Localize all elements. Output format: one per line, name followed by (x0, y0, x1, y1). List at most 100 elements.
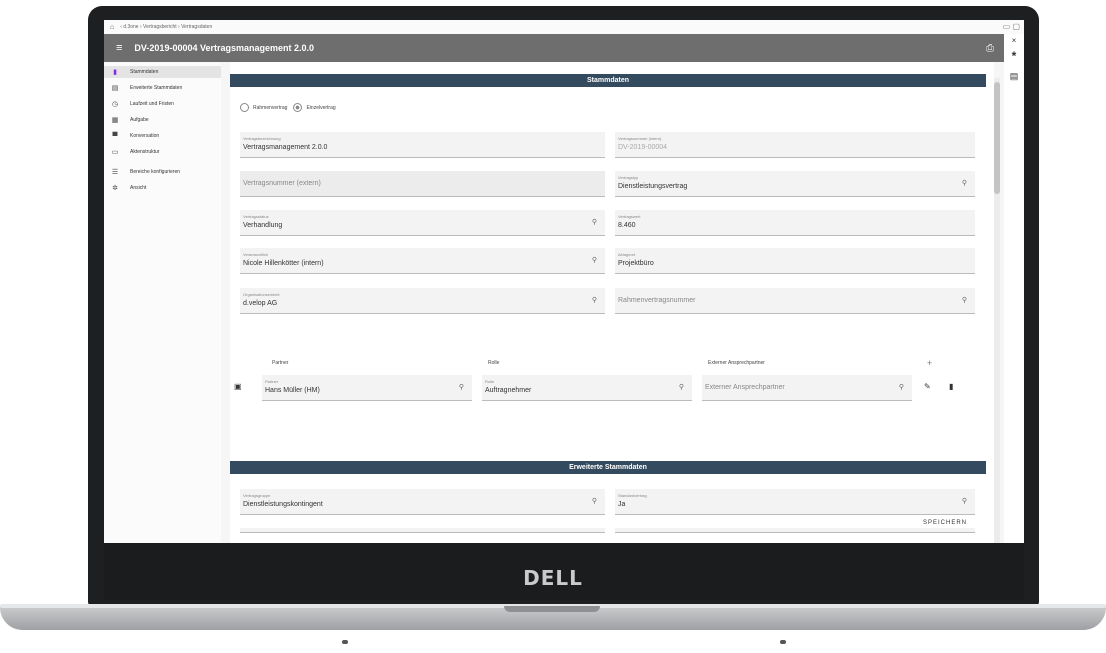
scrollbar[interactable] (994, 78, 1000, 543)
rahmenvertragsnummer-field[interactable]: Rahmenvertragsnummer ⚲ (615, 288, 975, 314)
sidebar-item-aktenstruktur[interactable]: ▭ Aktenstruktur (104, 146, 221, 158)
close-icon[interactable]: × (1004, 36, 1024, 45)
edit-icon[interactable]: ✎ (924, 382, 931, 391)
search-icon[interactable]: ⚲ (899, 383, 904, 391)
vertragsnummer-extern-field[interactable]: Vertragsnummer (extern) (240, 171, 605, 197)
field-value: Auftragnehmer (485, 387, 532, 394)
print-icon[interactable]: ⎙ (986, 43, 994, 54)
star-icon[interactable]: * (1004, 49, 1024, 63)
calendar-icon: ▦ (111, 117, 119, 124)
laptop-foot (780, 640, 786, 644)
contract-type-radio-group: Rahmenvertrag Einzelvertrag (240, 103, 336, 112)
search-icon[interactable]: ⚲ (592, 256, 597, 264)
sidebar-item-label: Bereiche konfigurieren (130, 169, 181, 175)
field-label: Vertragsnummer (intern) (618, 136, 662, 141)
field-value: Projektbüro (618, 260, 654, 267)
search-icon[interactable]: ⚲ (962, 296, 967, 304)
delete-icon[interactable]: ▮ (949, 382, 953, 391)
verantwortlich-field[interactable]: Verantwortlich Nicole Hillenkötter (inte… (240, 248, 605, 274)
radio-einzelvertrag[interactable] (293, 103, 303, 112)
sidebar-item-label: Aufgabe (130, 117, 149, 123)
laptop-foot (342, 640, 348, 644)
search-icon[interactable]: ⚲ (592, 497, 597, 505)
next-field[interactable] (240, 528, 605, 533)
next-field[interactable] (615, 528, 975, 533)
vertragsnummer-intern-field: Vertragsnummer (intern) DV-2019-00004 (615, 132, 975, 158)
right-toolbar: × * ▤ (1004, 34, 1024, 543)
radio-label: Rahmenvertrag (253, 104, 288, 111)
list-icon: ☰ (111, 169, 119, 176)
sidebar-item-laufzeit[interactable]: ◷ Laufzeit und Fristen (104, 98, 221, 110)
field-label: Vertragswert (618, 214, 641, 219)
field-label: Vertragsbezeichnung (243, 136, 281, 141)
sidebar-item-bereiche[interactable]: ☰ Bereiche konfigurieren (104, 166, 221, 178)
field-placeholder: Externer Ansprechpartner (705, 384, 785, 391)
field-label: Vertragsstatus (243, 214, 269, 219)
screen: ⌂ ‹ d.3one › Vertragsbericht › Vertragsd… (104, 20, 1024, 543)
home-icon[interactable]: ⌂ (110, 24, 114, 31)
field-value: 8.460 (618, 222, 636, 229)
field-value: Ja (618, 501, 626, 508)
field-label: Ablageort (618, 252, 636, 257)
organisationseinheit-field[interactable]: Organisationseinheit d.velop AG ⚲ (240, 288, 605, 314)
field-value: Dienstleistungskontingent (243, 501, 323, 508)
sidebar-item-label: Ansicht (130, 185, 147, 191)
field-label: Rolle (485, 379, 495, 384)
field-placeholder: Vertragsnummer (extern) (243, 180, 321, 187)
page-title: DV-2019-00004 Vertragsmanagement 2.0.0 (134, 43, 315, 53)
column-header-ansprechpartner: Externer Ansprechpartner (708, 360, 765, 366)
field-value: Nicole Hillenkötter (intern) (243, 260, 324, 267)
sidebar-item-konversation[interactable]: ▀ Konversation (104, 130, 221, 142)
field-value: d.velop AG (243, 300, 278, 307)
field-label: Vertragstyp (618, 175, 639, 180)
search-icon[interactable]: ⚲ (962, 497, 967, 505)
search-icon[interactable]: ⚲ (459, 383, 464, 391)
column-header-rolle: Rolle (488, 360, 500, 366)
section-header-erweiterte-stammdaten: Erweiterte Stammdaten (230, 461, 986, 474)
search-icon[interactable]: ⚲ (592, 296, 597, 304)
sidebar-item-label: Konversation (130, 133, 160, 139)
chat-icon: ▀ (112, 132, 118, 140)
radio-label: Einzelvertrag (306, 104, 336, 111)
document-icon: ▤ (111, 85, 119, 92)
folder-icon: ▭ (111, 149, 119, 156)
breadcrumb[interactable]: ‹ d.3one › Vertragsbericht › Vertragsdat… (120, 24, 212, 30)
sidebar-item-erweiterte-stammdaten[interactable]: ▤ Erweiterte Stammdaten (104, 82, 221, 94)
vertragsgruppe-field[interactable]: Vertragsgruppe Dienstleistungskontingent… (240, 489, 605, 515)
field-label: Partner (265, 379, 279, 384)
partner-field[interactable]: Partner Hans Müller (HM) ⚲ (262, 375, 472, 401)
app-header: ≡ DV-2019-00004 Vertragsmanagement 2.0.0… (104, 34, 1004, 62)
hamburger-icon[interactable]: ≡ (116, 42, 122, 54)
sidebar-item-ansicht[interactable]: ✲ Ansicht (104, 182, 221, 194)
field-value: DV-2019-00004 (618, 144, 668, 151)
scrollbar-thumb[interactable] (994, 82, 1000, 194)
vertragsstatus-field[interactable]: Vertragsstatus Verhandlung ⚲ (240, 210, 605, 236)
gear-icon: ✲ (112, 185, 118, 192)
vertragswert-field[interactable]: Vertragswert 8.460 (615, 210, 975, 236)
rolle-field[interactable]: Rolle Auftragnehmer ⚲ (482, 375, 692, 401)
save-button[interactable]: SPEICHERN (923, 520, 967, 526)
field-label: Verantwortlich (243, 252, 269, 257)
dell-logo: DELL (523, 566, 583, 590)
add-partner-icon[interactable]: + (927, 358, 932, 368)
sidebar-item-label: Aktenstruktur (130, 149, 160, 155)
field-label: Standardvertrag (618, 493, 647, 498)
properties-icon[interactable]: ▤ (1004, 71, 1024, 82)
window-icons[interactable]: ▭ ▢ (1003, 22, 1020, 31)
sidebar: ▮ Stammdaten ▤ Erweiterte Stammdaten ◷ L… (104, 62, 221, 543)
radio-rahmenvertrag[interactable] (240, 103, 249, 112)
sidebar-item-aufgabe[interactable]: ▦ Aufgabe (104, 114, 221, 126)
search-icon[interactable]: ⚲ (592, 218, 597, 226)
field-value: Hans Müller (HM) (265, 387, 320, 394)
vertragsbezeichnung-field[interactable]: Vertragsbezeichnung Vertragsmanagement 2… (240, 132, 605, 158)
search-icon[interactable]: ⚲ (962, 179, 967, 187)
vertragstyp-field[interactable]: Vertragstyp Dienstleistungsvertrag ⚲ (615, 171, 975, 197)
ansprechpartner-field[interactable]: Externer Ansprechpartner ⚲ (702, 375, 912, 401)
field-value: Dienstleistungsvertrag (618, 183, 688, 190)
ablageort-field[interactable]: Ablageort Projektbüro (615, 248, 975, 274)
field-placeholder: Rahmenvertragsnummer (618, 297, 696, 304)
sidebar-item-stammdaten[interactable]: ▮ Stammdaten (104, 66, 221, 78)
search-icon[interactable]: ⚲ (679, 383, 684, 391)
standardvertrag-field[interactable]: Standardvertrag Ja ⚲ (615, 489, 975, 515)
contact-card-icon: ▣ (234, 382, 242, 391)
